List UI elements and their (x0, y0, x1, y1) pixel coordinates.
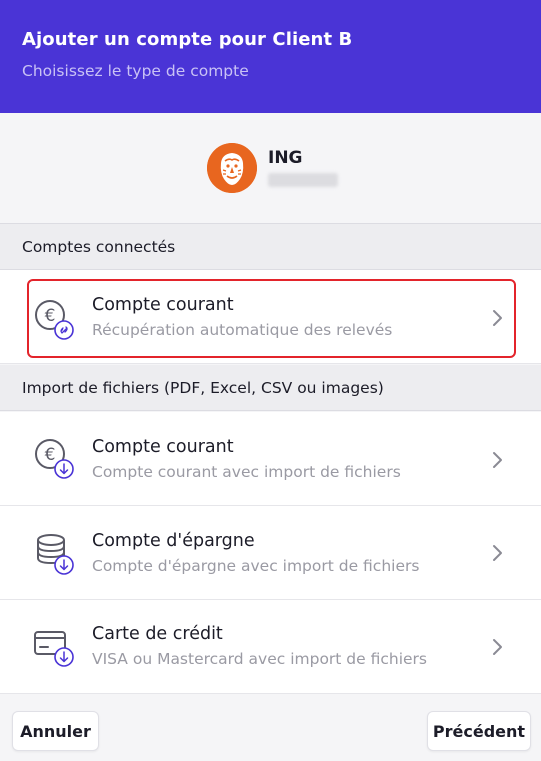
list-item-import-current-account[interactable]: € Compte courant Compte courant avec imp… (0, 412, 541, 506)
section-file-import: Import de fichiers (PDF, Excel, CSV ou i… (0, 365, 541, 411)
ing-lion-logo (207, 143, 257, 193)
chevron-right-icon (489, 637, 505, 657)
dialog-title: Ajouter un compte pour Client B (22, 29, 353, 50)
item-subtitle: Récupération automatique des relevés (92, 321, 393, 339)
item-title: Compte courant (92, 437, 234, 457)
euro-download-icon: € (32, 436, 78, 482)
section-connected-accounts: Comptes connectés (0, 224, 541, 270)
section-title: Import de fichiers (PDF, Excel, CSV ou i… (22, 379, 384, 397)
item-subtitle: Compte courant avec import de fichiers (92, 463, 401, 481)
svg-text:€: € (45, 306, 56, 326)
euro-link-icon: € (32, 297, 78, 343)
list-item-import-savings-account[interactable]: Compte d'épargne Compte d'épargne avec i… (0, 506, 541, 600)
item-title: Compte courant (92, 295, 234, 315)
dialog-header: Ajouter un compte pour Client B Choisiss… (0, 0, 541, 113)
bank-account-masked (268, 173, 338, 187)
previous-button[interactable]: Précédent (427, 711, 531, 751)
chevron-right-icon (489, 450, 505, 470)
item-title: Carte de crédit (92, 624, 223, 644)
svg-text:€: € (45, 445, 56, 465)
item-title: Compte d'épargne (92, 531, 255, 551)
dialog-subtitle: Choisissez le type de compte (22, 62, 249, 80)
bank-name: ING (268, 148, 303, 168)
credit-card-download-icon (32, 624, 78, 670)
chevron-right-icon (489, 543, 505, 563)
cancel-button[interactable]: Annuler (12, 711, 99, 751)
savings-download-icon (32, 530, 78, 576)
item-subtitle: Compte d'épargne avec import de fichiers (92, 557, 420, 575)
section-title: Comptes connectés (22, 238, 176, 256)
item-subtitle: VISA ou Mastercard avec import de fichie… (92, 650, 428, 668)
bank-summary (0, 113, 541, 224)
list-item-import-credit-card[interactable]: Carte de crédit VISA ou Mastercard avec … (0, 600, 541, 694)
list-item-connected-current-account[interactable]: € Compte courant Récupération automatiqu… (0, 270, 541, 364)
chevron-right-icon (489, 308, 505, 328)
